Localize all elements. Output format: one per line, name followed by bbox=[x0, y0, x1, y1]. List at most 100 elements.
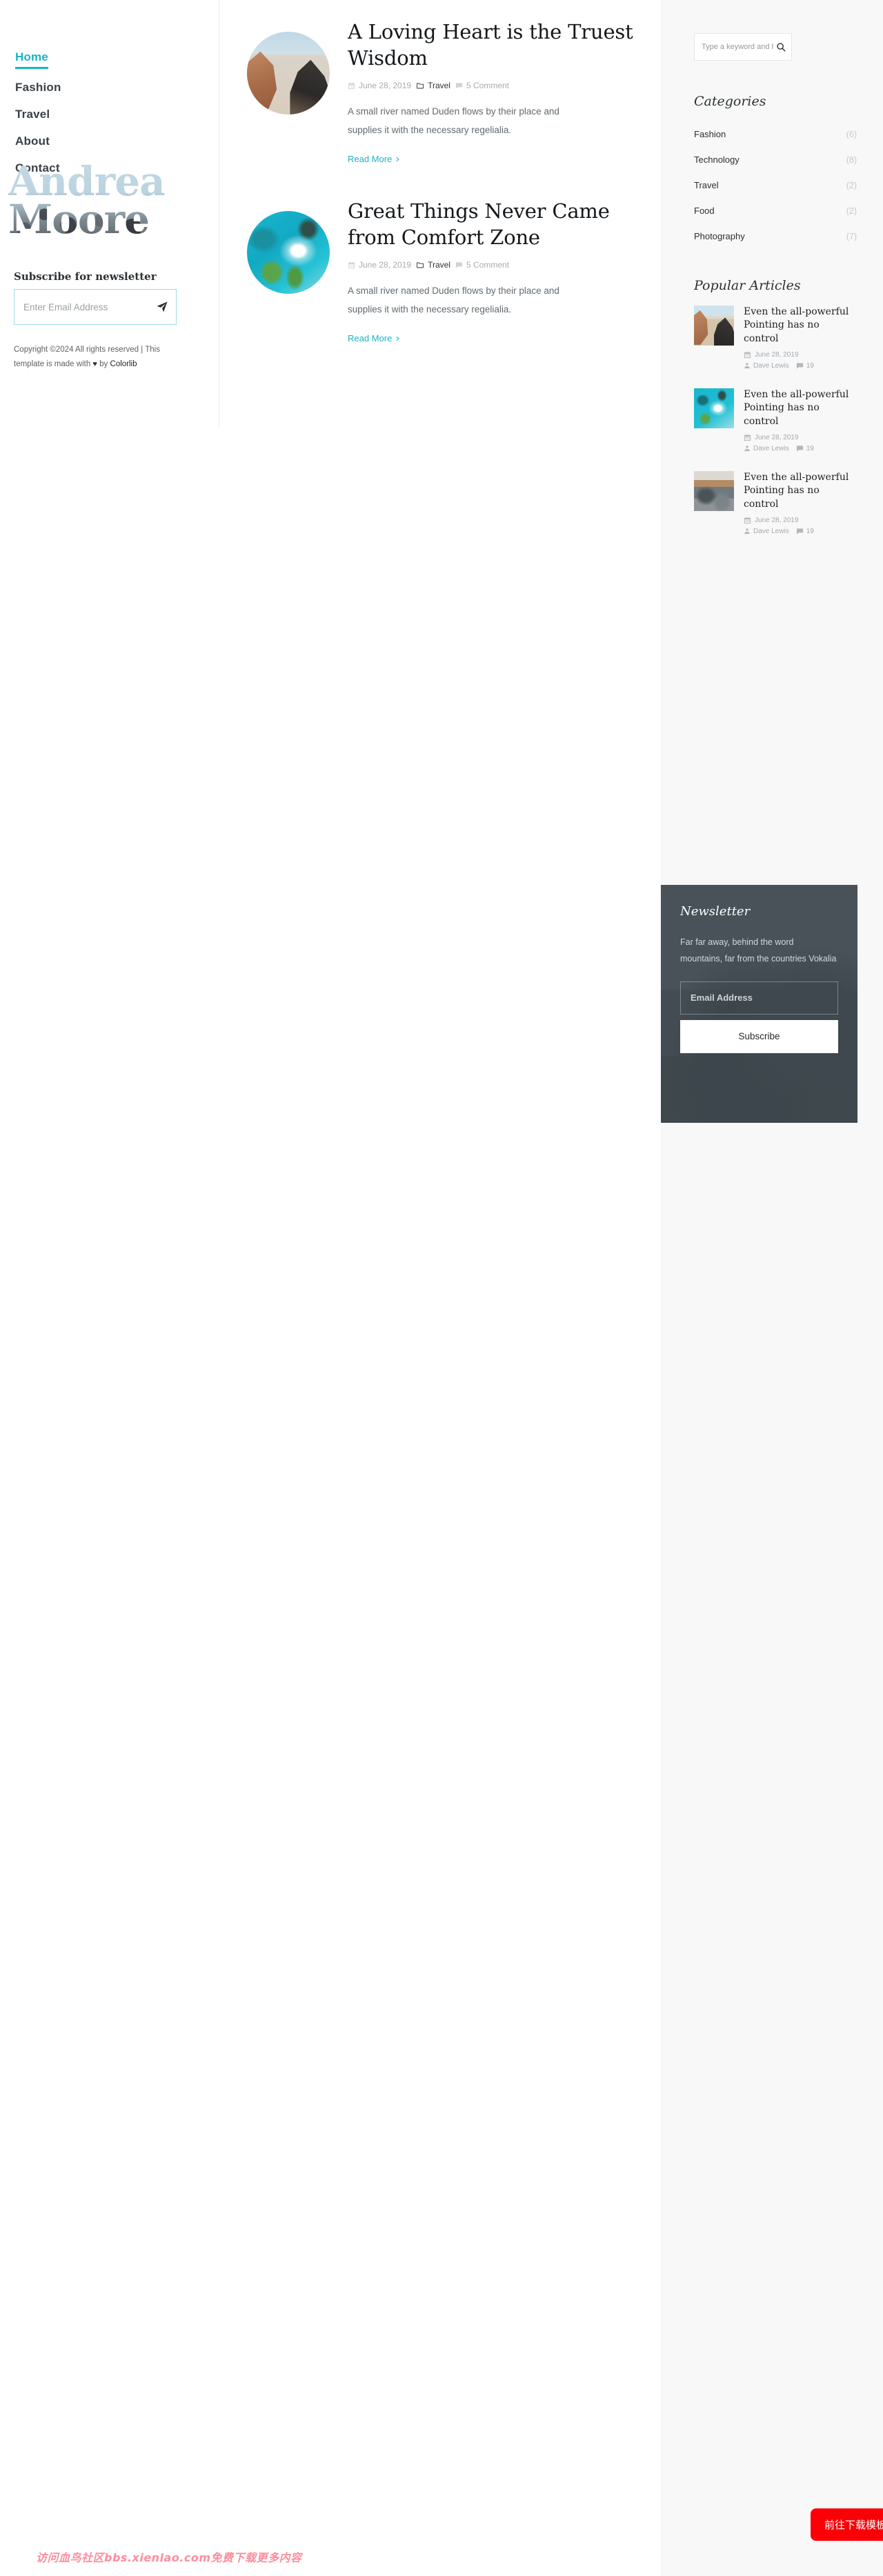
category-row: Travel (2) bbox=[694, 172, 857, 198]
read-more-link[interactable]: Read More bbox=[348, 154, 400, 164]
popular-articles-title: Popular Articles bbox=[694, 278, 801, 293]
left-sidebar: Home Fashion Travel About Contact Andrea Moo… bbox=[0, 0, 219, 428]
nav-link-fashion[interactable]: Fashion bbox=[15, 80, 61, 96]
nav-link-home[interactable]: Home bbox=[15, 50, 49, 69]
category-item-photography[interactable]: Photography (7) bbox=[694, 223, 857, 249]
popular-article-title: Even the all-powerful Pointing has no co… bbox=[744, 388, 849, 427]
read-more-label: Read More bbox=[348, 333, 393, 343]
copyright-by: by bbox=[99, 360, 108, 369]
popular-article-thumbnail bbox=[694, 470, 734, 511]
brand-line-2: Moore bbox=[8, 196, 150, 243]
nav-item-home: Home bbox=[15, 50, 61, 69]
popular-article-byline: Dave Lewis 19 bbox=[744, 445, 857, 452]
nav-item-travel: Travel bbox=[15, 107, 61, 123]
copyright-text: Copyright ©2024 All rights reserved | Th… bbox=[14, 343, 192, 372]
calendar-icon bbox=[744, 517, 751, 523]
popular-article-comments: 19 bbox=[796, 528, 814, 535]
popular-article-link[interactable]: Even the all-powerful Pointing has no co… bbox=[694, 306, 857, 373]
popular-article-thumbnail bbox=[694, 388, 734, 428]
primary-navigation: Home Fashion Travel About Contact bbox=[15, 50, 61, 188]
post-comments-text: 5 Comment bbox=[466, 260, 510, 270]
read-more-link[interactable]: Read More bbox=[348, 333, 400, 343]
post-date-text: June 28, 2019 bbox=[359, 260, 412, 270]
popular-article-author: Dave Lewis bbox=[744, 362, 789, 370]
calendar-icon bbox=[744, 434, 751, 441]
paper-plane-icon[interactable] bbox=[155, 300, 169, 314]
post-thumbnail[interactable] bbox=[247, 211, 330, 294]
popular-article-link[interactable]: Even the all-powerful Pointing has no co… bbox=[694, 388, 857, 456]
newsletter-email-input[interactable] bbox=[680, 981, 838, 1015]
popular-article-body: Even the all-powerful Pointing has no co… bbox=[744, 306, 857, 373]
user-icon bbox=[744, 528, 750, 535]
popular-article-author-text: Dave Lewis bbox=[753, 444, 789, 452]
folder-icon bbox=[417, 83, 424, 89]
category-count: (2) bbox=[846, 180, 857, 190]
post-card: Great Things Never Came from Comfort Zon… bbox=[247, 199, 633, 345]
category-item-food[interactable]: Food (2) bbox=[694, 198, 857, 223]
newsletter-subscribe-button[interactable]: Subscribe bbox=[680, 1019, 838, 1053]
post-thumbnail[interactable] bbox=[247, 32, 330, 114]
category-item-travel[interactable]: Travel (2) bbox=[694, 172, 857, 198]
popular-article-date-text: June 28, 2019 bbox=[755, 433, 799, 441]
post-body: A Loving Heart is the Truest Wisdom June … bbox=[348, 19, 633, 166]
popular-article-byline: Dave Lewis 19 bbox=[744, 528, 857, 535]
category-item-technology[interactable]: Technology (8) bbox=[694, 147, 857, 172]
popular-article-comments: 19 bbox=[796, 362, 814, 370]
popular-article-author: Dave Lewis bbox=[744, 445, 789, 452]
popular-article-byline: Dave Lewis 19 bbox=[744, 362, 857, 370]
categories-list: Fashion (6) Technology (8) Travel (2) Food (2) P… bbox=[694, 121, 857, 249]
post-comments[interactable]: 5 Comment bbox=[455, 81, 509, 90]
popular-article-row: Even the all-powerful Pointing has no co… bbox=[694, 388, 857, 456]
popular-article-date: June 28, 2019 bbox=[744, 351, 857, 359]
comment-icon bbox=[455, 83, 463, 89]
popular-article-title: Even the all-powerful Pointing has no co… bbox=[744, 471, 849, 510]
subscribe-block: Subscribe for newsletter bbox=[14, 270, 188, 325]
popular-article-row: Even the all-powerful Pointing has no co… bbox=[694, 306, 857, 373]
post-title[interactable]: Great Things Never Came from Comfort Zon… bbox=[348, 199, 633, 250]
post-category[interactable]: Travel bbox=[416, 260, 450, 270]
comment-icon bbox=[796, 528, 803, 535]
comment-icon bbox=[455, 262, 463, 268]
category-row: Photography (7) bbox=[694, 223, 857, 249]
nav-link-travel[interactable]: Travel bbox=[15, 107, 50, 123]
popular-article-date: June 28, 2019 bbox=[744, 434, 857, 441]
nav-item-fashion: Fashion bbox=[15, 80, 61, 96]
popular-article-date-text: June 28, 2019 bbox=[755, 350, 799, 359]
chevron-right-icon bbox=[396, 157, 400, 161]
newsletter-description: Far far away, behind the word mountains,… bbox=[680, 937, 837, 964]
nav-item-contact: Contact bbox=[15, 161, 61, 177]
search-form bbox=[694, 33, 792, 61]
download-template-button[interactable]: 前往下载模板 bbox=[811, 2508, 883, 2541]
category-row: Food (2) bbox=[694, 198, 857, 223]
copyright-author-link[interactable]: Colorlib bbox=[110, 360, 137, 368]
right-sidebar: Categories Fashion (6) Technology (8) Travel… bbox=[661, 0, 883, 2576]
popular-article-comments-text: 19 bbox=[806, 444, 814, 452]
categories-title: Categories bbox=[694, 94, 766, 109]
post-title[interactable]: A Loving Heart is the Truest Wisdom bbox=[348, 19, 633, 71]
subscribe-email-input[interactable] bbox=[14, 290, 176, 324]
popular-articles-list: Even the all-powerful Pointing has no co… bbox=[694, 306, 857, 539]
post-comments-text: 5 Comment bbox=[466, 81, 510, 91]
post-comments[interactable]: 5 Comment bbox=[455, 260, 509, 270]
category-item-fashion[interactable]: Fashion (6) bbox=[694, 121, 857, 147]
popular-article-link[interactable]: Even the all-powerful Pointing has no co… bbox=[694, 470, 857, 539]
post-category-text: Travel bbox=[428, 260, 450, 270]
nav-link-contact[interactable]: Contact bbox=[15, 161, 60, 177]
popular-article-body: Even the all-powerful Pointing has no co… bbox=[744, 388, 857, 456]
category-name: Fashion bbox=[694, 129, 726, 139]
post-category[interactable]: Travel bbox=[416, 81, 450, 90]
comment-icon bbox=[796, 363, 803, 369]
calendar-icon bbox=[744, 351, 751, 359]
category-name: Food bbox=[694, 206, 715, 216]
nav-link-about[interactable]: About bbox=[15, 134, 50, 150]
calendar-icon bbox=[348, 261, 355, 268]
popular-article-comments-text: 19 bbox=[806, 361, 814, 370]
heart-icon: ♥ bbox=[92, 360, 97, 369]
search-icon[interactable] bbox=[775, 41, 786, 52]
popular-article-date: June 28, 2019 bbox=[744, 517, 857, 524]
popular-article-body: Even the all-powerful Pointing has no co… bbox=[744, 471, 857, 539]
main-content: A Loving Heart is the Truest Wisdom June … bbox=[219, 0, 661, 378]
post-meta: June 28, 2019 Travel 5 Comment bbox=[348, 81, 633, 90]
category-count: (7) bbox=[846, 231, 857, 241]
popular-article-comments-text: 19 bbox=[806, 527, 814, 535]
